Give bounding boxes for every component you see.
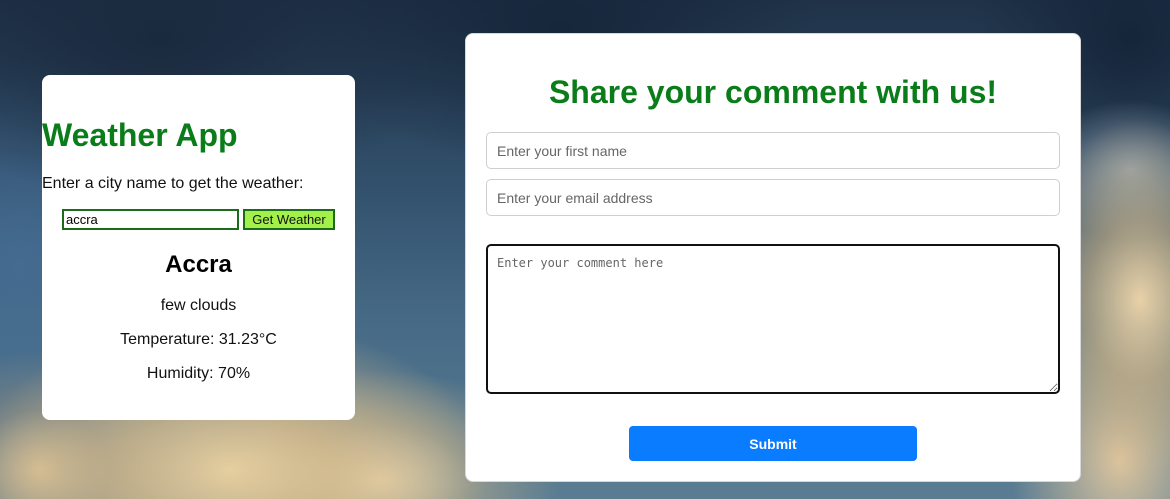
city-input[interactable] <box>62 209 239 230</box>
submit-button[interactable]: Submit <box>629 426 917 461</box>
city-prompt: Enter a city name to get the weather: <box>42 175 304 192</box>
weather-description: few clouds <box>160 297 237 314</box>
get-weather-button[interactable]: Get Weather <box>243 209 335 230</box>
weather-app-title: Weather App <box>42 117 238 153</box>
temperature-readout: Temperature: 31.23°C <box>120 331 277 348</box>
comment-textarea[interactable] <box>486 244 1060 394</box>
email-field[interactable] <box>486 179 1060 216</box>
city-name: Accra <box>165 251 232 278</box>
first-name-field[interactable] <box>486 132 1060 169</box>
humidity-readout: Humidity: 70% <box>146 365 251 382</box>
comment-form-title: Share your comment with us! <box>548 74 998 110</box>
weather-search-form: Get Weather <box>62 209 336 231</box>
